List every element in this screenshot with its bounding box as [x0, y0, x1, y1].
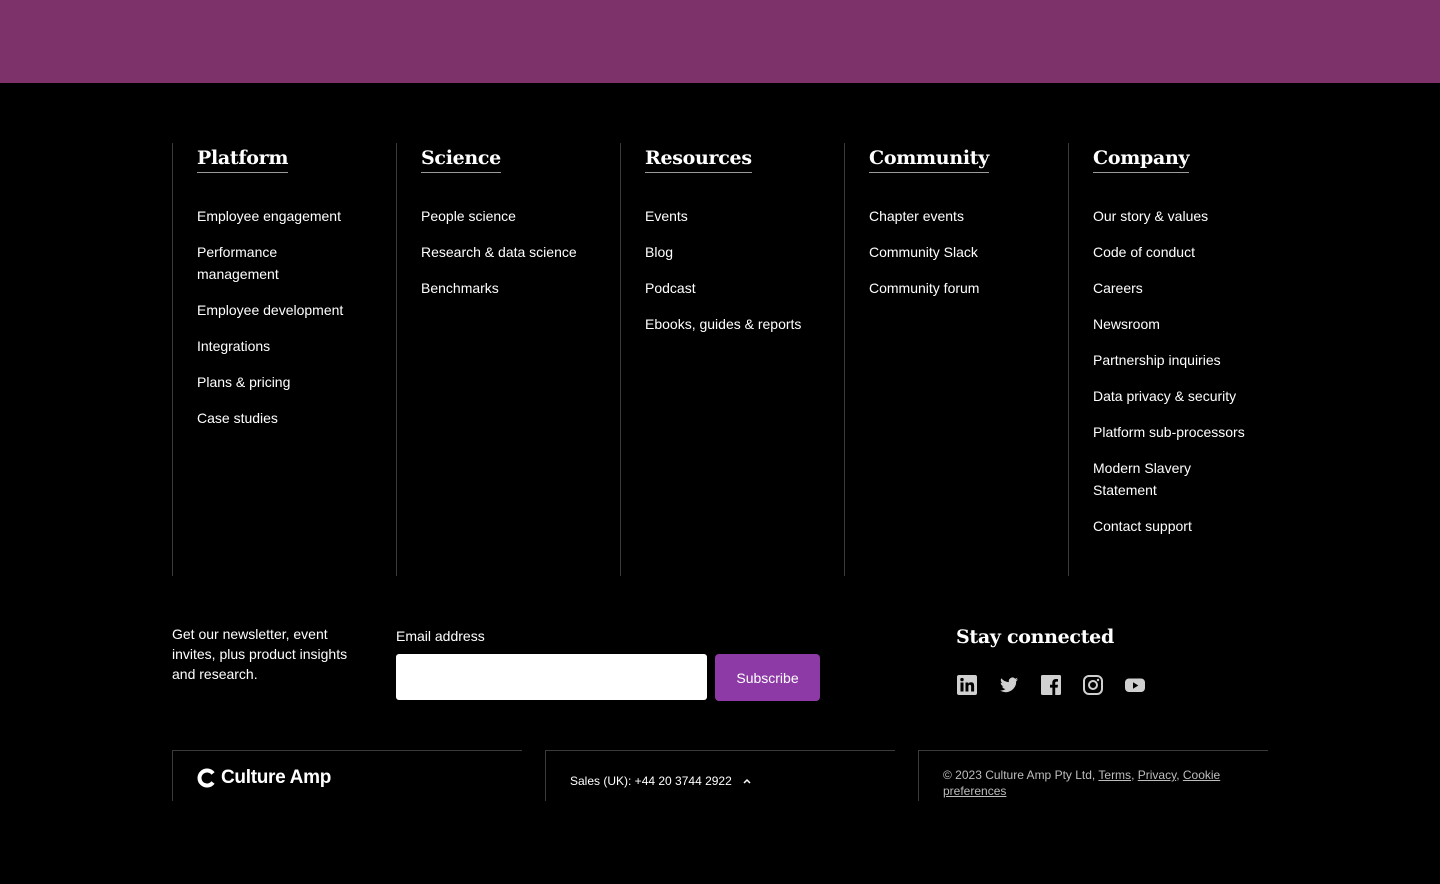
footer-link[interactable]: Events: [645, 205, 817, 227]
terms-link[interactable]: Terms: [1098, 768, 1131, 782]
footer-link[interactable]: Podcast: [645, 277, 817, 299]
link-list: Chapter events Community Slack Community…: [869, 205, 1068, 299]
column-title[interactable]: Science: [421, 147, 501, 173]
footer-link[interactable]: Employee development: [197, 299, 369, 321]
link-list: Employee engagement Performance manageme…: [197, 205, 396, 429]
footer-column-platform: Platform Employee engagement Performance…: [172, 143, 396, 576]
link-list: People science Research & data science B…: [421, 205, 620, 299]
top-color-band: [0, 0, 1440, 83]
brand-name: Culture Amp: [221, 767, 331, 788]
copyright-text: © 2023 Culture Amp Pty Ltd, Terms, Priva…: [943, 768, 1221, 798]
subscribe-button[interactable]: Subscribe: [715, 654, 820, 701]
footer-link[interactable]: Platform sub-processors: [1093, 421, 1265, 443]
stay-connected-heading: Stay connected: [956, 626, 1114, 648]
footer-link[interactable]: Benchmarks: [421, 277, 593, 299]
column-title[interactable]: Platform: [197, 147, 288, 173]
footer-column-company: Company Our story & values Code of condu…: [1068, 143, 1292, 576]
chevron-up-icon: [743, 778, 751, 784]
sales-box: Sales (UK): +44 20 3744 2922: [545, 750, 895, 801]
sales-phone: Sales (UK): +44 20 3744 2922: [570, 774, 732, 788]
copyright-notice: © 2023 Culture Amp Pty Ltd,: [943, 768, 1096, 782]
culture-amp-logo[interactable]: Culture Amp: [197, 767, 331, 789]
footer-link[interactable]: Blog: [645, 241, 817, 263]
footer-link[interactable]: Chapter events: [869, 205, 1041, 227]
link-list: Our story & values Code of conduct Caree…: [1093, 205, 1292, 537]
footer-column-resources: Resources Events Blog Podcast Ebooks, gu…: [620, 143, 844, 576]
footer-link[interactable]: Ebooks, guides & reports: [645, 313, 817, 335]
footer-link[interactable]: Newsroom: [1093, 313, 1265, 335]
brand-box: Culture Amp: [172, 750, 522, 801]
copyright-box: © 2023 Culture Amp Pty Ltd, Terms, Priva…: [918, 750, 1268, 801]
footer-link[interactable]: Research & data science: [421, 241, 593, 263]
footer-link[interactable]: Careers: [1093, 277, 1265, 299]
footer-link[interactable]: Partnership inquiries: [1093, 349, 1265, 371]
footer-link[interactable]: Contact support: [1093, 515, 1265, 537]
footer-link[interactable]: Integrations: [197, 335, 369, 357]
footer-link[interactable]: Our story & values: [1093, 205, 1265, 227]
culture-amp-logo-icon: [197, 768, 215, 788]
email-label: Email address: [396, 628, 485, 644]
facebook-icon[interactable]: [1040, 674, 1062, 696]
privacy-link[interactable]: Privacy: [1138, 768, 1176, 782]
linkedin-icon[interactable]: [956, 674, 978, 696]
sales-selector[interactable]: Sales (UK): +44 20 3744 2922: [570, 774, 752, 788]
footer-link[interactable]: Data privacy & security: [1093, 385, 1265, 407]
link-list: Events Blog Podcast Ebooks, guides & rep…: [645, 205, 844, 335]
newsletter-text: Get our newsletter, event invites, plus …: [172, 626, 348, 682]
footer-link[interactable]: Community forum: [869, 277, 1041, 299]
footer-link[interactable]: People science: [421, 205, 593, 227]
column-title[interactable]: Company: [1093, 147, 1190, 173]
footer-link[interactable]: Community Slack: [869, 241, 1041, 263]
footer-link[interactable]: Modern Slavery Statement: [1093, 457, 1213, 501]
footer-link[interactable]: Employee engagement: [197, 205, 369, 227]
youtube-icon[interactable]: [1124, 674, 1146, 696]
twitter-icon[interactable]: [998, 674, 1020, 696]
footer-column-science: Science People science Research & data s…: [396, 143, 620, 576]
footer-link[interactable]: Code of conduct: [1093, 241, 1265, 263]
social-links: [956, 674, 1146, 696]
instagram-icon[interactable]: [1082, 674, 1104, 696]
footer-column-community: Community Chapter events Community Slack…: [844, 143, 1068, 576]
footer-link[interactable]: Performance management: [197, 241, 317, 285]
email-input[interactable]: [396, 654, 707, 700]
column-title[interactable]: Community: [869, 147, 989, 173]
column-title[interactable]: Resources: [645, 147, 752, 173]
footer-link[interactable]: Case studies: [197, 407, 369, 429]
footer-link[interactable]: Plans & pricing: [197, 371, 369, 393]
